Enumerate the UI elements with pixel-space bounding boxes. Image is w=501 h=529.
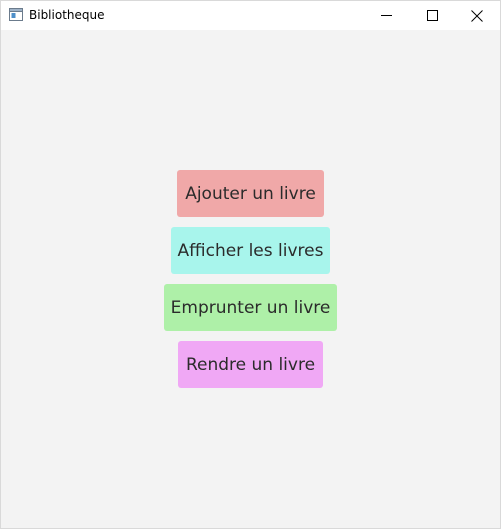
window-title: Bibliotheque xyxy=(29,8,105,22)
list-books-button[interactable]: Afficher les livres xyxy=(171,227,330,274)
close-button[interactable] xyxy=(454,1,500,30)
minimize-button[interactable] xyxy=(363,1,409,30)
title-bar[interactable]: Bibliotheque xyxy=(1,1,500,30)
minimize-icon xyxy=(380,15,392,16)
app-window: Bibliotheque Ajouter un livre Afficher l… xyxy=(0,0,501,529)
window-app-icon xyxy=(9,8,23,21)
add-book-button[interactable]: Ajouter un livre xyxy=(177,170,324,217)
return-book-button[interactable]: Rendre un livre xyxy=(178,341,323,388)
main-content: Ajouter un livre Afficher les livres Emp… xyxy=(1,30,500,528)
borrow-book-button[interactable]: Emprunter un livre xyxy=(164,284,337,331)
maximize-button[interactable] xyxy=(409,1,455,30)
maximize-icon xyxy=(426,10,438,21)
close-icon xyxy=(471,9,483,22)
